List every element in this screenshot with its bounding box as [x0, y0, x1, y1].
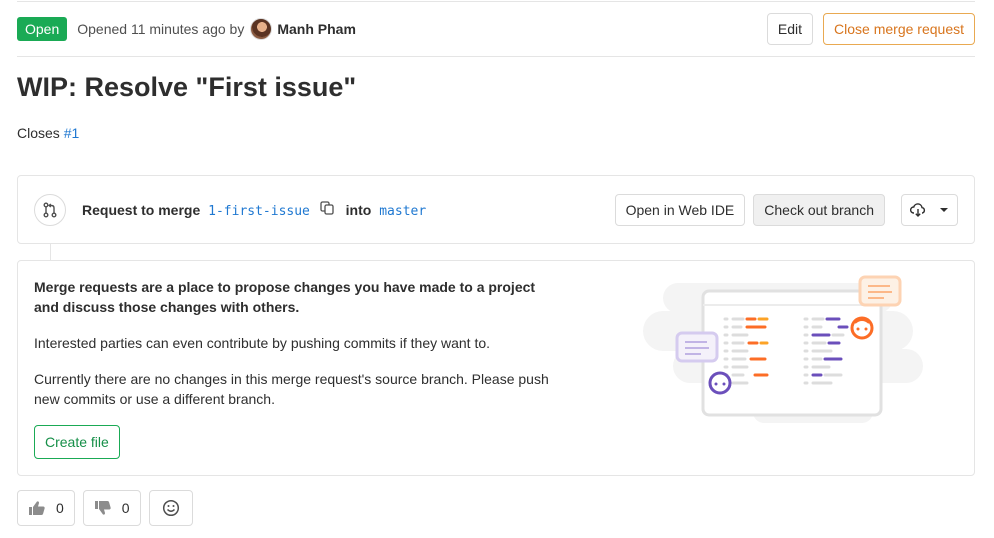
empty-state-lead: Merge requests are a place to propose ch…	[34, 279, 536, 315]
merge-requests-illustration	[643, 275, 923, 423]
thumbs-up-icon	[29, 501, 45, 515]
award-emoji-bar: 0 0	[17, 490, 193, 526]
widget-connector-line	[50, 244, 51, 260]
check-out-branch-button[interactable]: Check out branch	[753, 193, 885, 226]
opened-text: Opened 11 minutes ago by	[77, 21, 245, 37]
thumbs-up-count: 0	[56, 500, 64, 516]
git-merge-icon	[43, 202, 57, 217]
author-link[interactable]: Manh Pham	[277, 21, 356, 37]
download-dropdown-button[interactable]	[901, 193, 958, 226]
issue-link[interactable]: #1	[64, 125, 80, 141]
request-label: Request to merge	[82, 201, 201, 218]
mr-widget: Request to merge 1-first-issue into mast…	[17, 175, 975, 244]
edit-button[interactable]: Edit	[766, 13, 814, 45]
source-branch-link[interactable]: 1-first-issue	[208, 204, 310, 219]
thumbs-down-count: 0	[121, 500, 130, 516]
smiley-icon	[162, 499, 179, 517]
page-title: WIP: Resolve "First issue"	[17, 72, 357, 102]
status-badge: Open	[17, 17, 68, 41]
mr-header: Open Opened 11 minutes ago by Manh Pham …	[17, 2, 975, 57]
add-reaction-button[interactable]	[148, 490, 193, 526]
into-label: into	[345, 201, 372, 218]
avatar[interactable]	[250, 18, 273, 40]
copy-icon[interactable]	[320, 200, 334, 215]
merge-request-icon	[34, 193, 66, 226]
thumbs-down-icon	[94, 501, 111, 515]
create-file-button[interactable]: Create file	[34, 425, 120, 459]
request-to-merge-text: Request to merge 1-first-issue into mast…	[82, 200, 426, 219]
header-actions: Edit Close merge request	[766, 13, 975, 45]
widget-actions: Open in Web IDE Check out branch	[614, 193, 958, 226]
target-branch-link[interactable]: master	[379, 204, 426, 219]
thumbs-down-button[interactable]: 0	[82, 490, 141, 526]
close-merge-request-button[interactable]: Close merge request	[823, 13, 975, 45]
empty-state-paragraph-2: Currently there are no changes in this m…	[34, 371, 549, 407]
open-web-ide-button[interactable]: Open in Web IDE	[614, 193, 746, 226]
chevron-down-icon	[940, 207, 948, 212]
mr-description: Closes #1	[17, 125, 79, 141]
mr-empty-state: Merge requests are a place to propose ch…	[17, 260, 975, 476]
empty-state-paragraph-1: Interested parties can even contribute b…	[34, 335, 491, 351]
empty-state-text: Merge requests are a place to propose ch…	[34, 277, 554, 425]
cloud-download-icon	[910, 202, 926, 217]
closes-label: Closes	[17, 125, 60, 141]
thumbs-up-button[interactable]: 0	[17, 490, 75, 526]
